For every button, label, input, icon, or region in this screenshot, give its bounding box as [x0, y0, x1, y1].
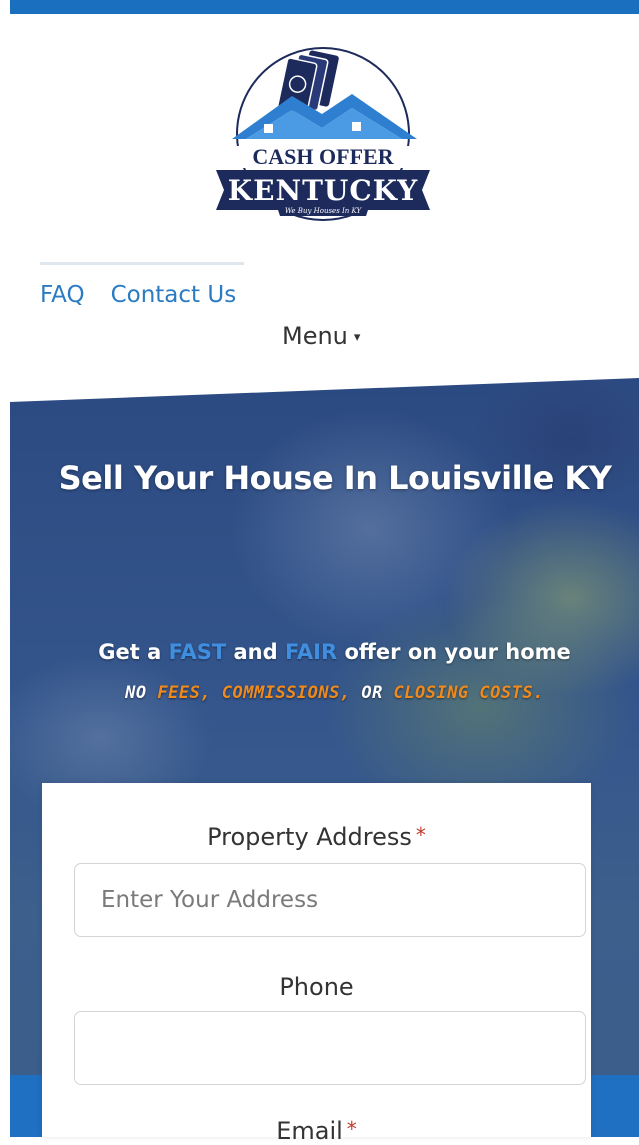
subtitle-fair: FAIR [284, 640, 338, 664]
subtitle-fast: FAST [168, 640, 227, 664]
subtitle-pre: Get a [98, 640, 169, 664]
cash-offer-kentucky-logo[interactable]: CASH OFFER KENTUCKY We Buy Houses In KY [212, 44, 434, 222]
email-label: Email * [42, 1117, 591, 1145]
logo-line2: KENTUCKY [228, 174, 418, 207]
hero-title: Sell Your House In Louisville KY [58, 459, 612, 497]
email-label-text: Email [276, 1117, 343, 1145]
no-fees-fees: FEES, COMMISSIONS, [157, 683, 351, 703]
phone-input[interactable] [74, 1011, 586, 1085]
no-fees-or: OR [350, 683, 394, 703]
phone-label: Phone [279, 973, 354, 1001]
top-accent-bar [10, 0, 639, 14]
nav-divider [40, 262, 244, 265]
subtitle-and: and [226, 640, 285, 664]
offer-form: Property Address* Phone Email* [42, 783, 591, 1145]
hero-subtitle-no-fees: NO FEES, COMMISSIONS, OR CLOSING COSTS. [30, 683, 639, 703]
required-marker: * [346, 1117, 357, 1141]
nav-link-faq[interactable]: FAQ [40, 282, 85, 312]
property-address-label-text: Property Address [207, 823, 412, 851]
property-address-input[interactable] [74, 863, 586, 937]
subtitle-post: offer on your home [337, 640, 571, 664]
no-fees-no: NO [125, 683, 158, 703]
menu-label: Menu [282, 322, 348, 350]
logo-line1: CASH OFFER [252, 144, 394, 169]
logo-tagline: We Buy Houses In KY [285, 207, 363, 215]
menu-toggle-button[interactable]: Menu ▾ [282, 322, 360, 350]
hero-subtitle: Get a FAST and FAIR offer on your home [30, 640, 639, 664]
caret-down-icon: ▾ [353, 329, 361, 345]
nav-link-contact-us[interactable]: Contact Us [111, 282, 237, 312]
no-fees-closing: CLOSING COSTS. [393, 683, 544, 703]
property-address-label: Property Address * [42, 823, 591, 851]
top-nav-links: FAQ Contact Us [40, 282, 236, 312]
required-marker: * [415, 823, 426, 847]
